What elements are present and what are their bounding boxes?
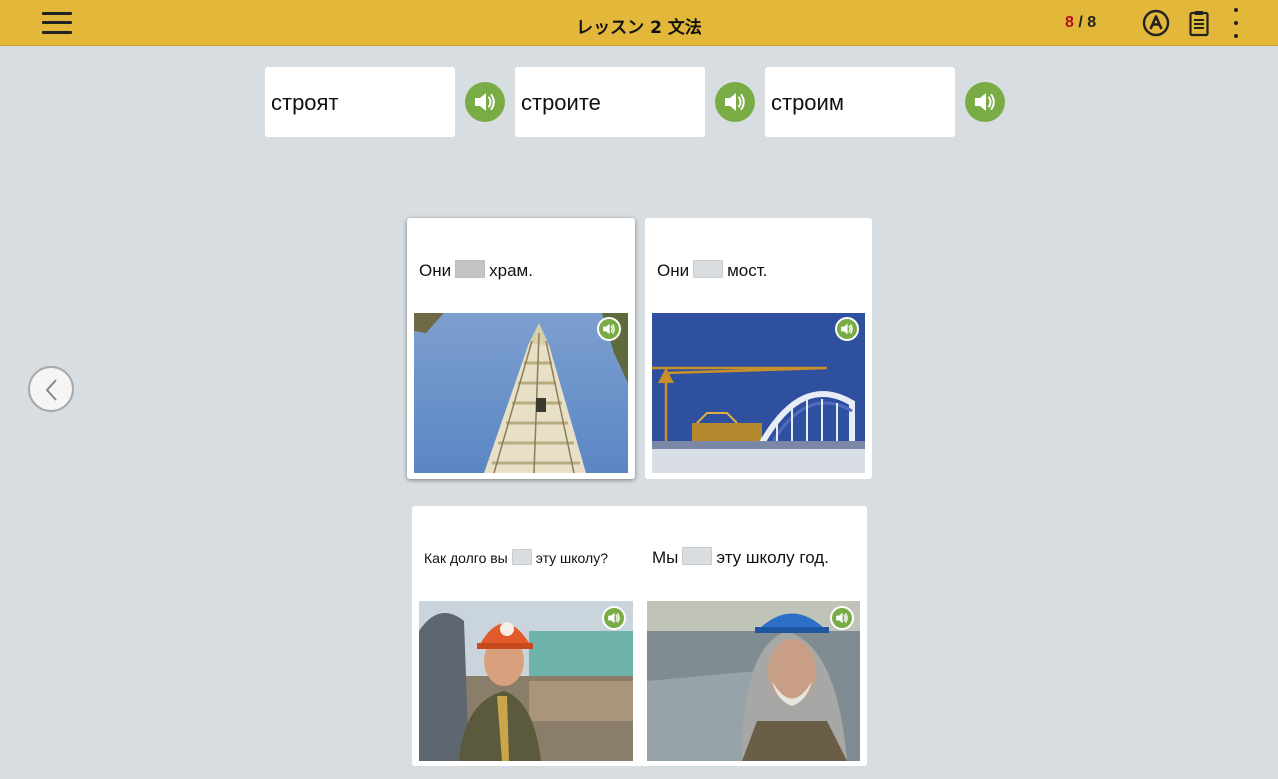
exercise-sentence: Мы эту школу год. (652, 547, 829, 568)
previous-button[interactable] (28, 366, 74, 412)
sentence-start: Они (657, 261, 690, 280)
answer-blank[interactable] (455, 260, 486, 278)
sentence-start: Мы (652, 548, 679, 567)
sentence-start: Они (419, 261, 452, 280)
sentence-start: Как долго вы (424, 550, 508, 566)
exercise-sentence: Как долго вы эту школу? (424, 549, 608, 566)
speaker-icon[interactable] (715, 82, 755, 122)
sentence-end: мост. (727, 261, 768, 280)
worker-orange-helmet-photo (419, 601, 633, 761)
progress-separator: / (1073, 14, 1088, 31)
progress-counter: 8 / 8 (1065, 14, 1096, 32)
circled-a-icon[interactable] (1141, 8, 1171, 38)
speaker-icon[interactable] (602, 606, 626, 630)
sentence-end: эту школу? (535, 550, 608, 566)
exercise-sentence: Они храм. (419, 260, 533, 281)
speaker-icon[interactable] (965, 82, 1005, 122)
worker-blue-helmet-photo (647, 601, 860, 761)
top-bar: レッスン 2 文法 8 / 8 (0, 0, 1278, 46)
answer-blank[interactable] (682, 547, 713, 565)
answer-blank[interactable] (511, 549, 532, 565)
vertical-ellipsis-icon[interactable] (1226, 6, 1246, 40)
sentence-end: храм. (489, 261, 533, 280)
progress-current: 8 (1065, 14, 1074, 31)
word-tile[interactable]: строите (515, 67, 705, 137)
speaker-icon[interactable] (830, 606, 854, 630)
word-tile[interactable]: строят (265, 67, 455, 137)
speaker-icon[interactable] (597, 317, 621, 341)
speaker-icon[interactable] (835, 317, 859, 341)
progress-total: 8 (1087, 14, 1097, 31)
chevron-left-icon (45, 379, 57, 401)
temple-photo (414, 313, 628, 473)
word-tile[interactable]: строим (765, 67, 955, 137)
answer-blank[interactable] (693, 260, 724, 278)
clipboard-icon[interactable] (1184, 8, 1214, 38)
exercise-sentence: Они мост. (657, 260, 767, 281)
exercise-card[interactable]: Они мост. (645, 218, 872, 479)
sentence-end: эту школу год. (716, 548, 829, 567)
exercise-card[interactable]: Они храм. (407, 218, 635, 479)
bridge-photo (652, 313, 865, 473)
exercise-card-dialog[interactable]: Как долго вы эту школу? Мы эту школу год. (412, 506, 867, 766)
speaker-icon[interactable] (465, 82, 505, 122)
